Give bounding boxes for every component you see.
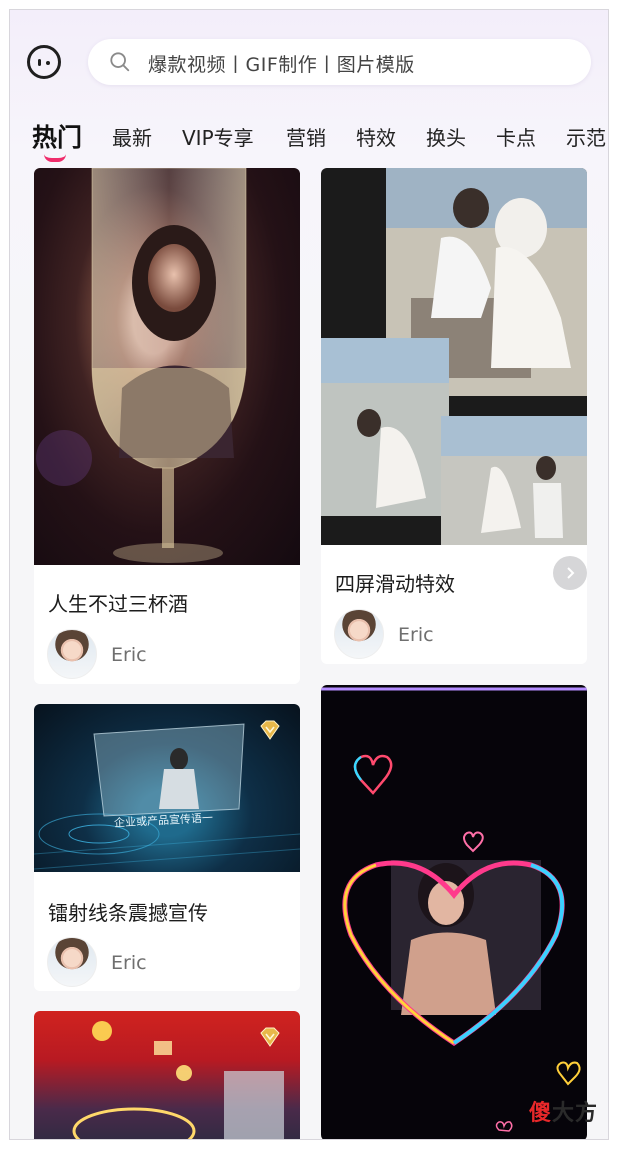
template-card[interactable] [321, 685, 587, 1139]
template-card[interactable]: 人生不过三杯酒 Eric [34, 168, 300, 684]
next-page-button[interactable] [553, 556, 587, 590]
author-name: Eric [398, 624, 434, 646]
tab-beat-sync[interactable]: 卡点 [496, 122, 536, 151]
avatar [334, 609, 384, 659]
author-name: Eric [111, 644, 147, 666]
category-tabs: 热门 最新 VIP专享 营销 特效 换头 卡点 示范 [10, 114, 608, 164]
search-icon [110, 52, 130, 72]
template-thumbnail [321, 168, 587, 545]
active-tab-indicator [44, 154, 66, 162]
tab-face-swap[interactable]: 换头 [426, 122, 466, 151]
tab-latest[interactable]: 最新 [112, 122, 152, 151]
template-thumbnail [34, 168, 300, 565]
template-thumbnail [321, 685, 587, 1139]
template-title: 四屏滑动特效 [335, 572, 455, 596]
avatar [47, 629, 97, 679]
template-card[interactable]: 四屏滑动特效 Eric [321, 168, 587, 664]
vip-diamond-icon [260, 720, 280, 740]
tab-effects[interactable]: 特效 [356, 122, 396, 151]
watermark: 傻大方 [529, 1101, 599, 1126]
template-card[interactable]: 企业或产品宣传语一 镭射线条震撼宣传 Eric [34, 704, 300, 991]
app-frame: 爆款视频丨GIF制作丨图片模版 热门 最新 VIP专享 营销 特效 换头 卡点 … [9, 9, 609, 1140]
vip-diamond-icon [260, 1027, 280, 1047]
tab-demo[interactable]: 示范 [566, 122, 606, 151]
chevron-right-icon [567, 567, 575, 579]
search-placeholder: 爆款视频丨GIF制作丨图片模版 [148, 54, 415, 76]
header: 爆款视频丨GIF制作丨图片模版 [10, 10, 608, 120]
template-card[interactable] [34, 1011, 300, 1139]
search-bar[interactable]: 爆款视频丨GIF制作丨图片模版 [88, 39, 591, 85]
author-name: Eric [111, 952, 147, 974]
app-logo-icon[interactable] [27, 45, 61, 79]
tab-vip[interactable]: VIP专享 [182, 122, 254, 151]
tab-marketing[interactable]: 营销 [286, 122, 326, 151]
tab-hot[interactable]: 热门 [32, 118, 82, 154]
template-title: 人生不过三杯酒 [48, 592, 188, 616]
template-title: 镭射线条震撼宣传 [48, 901, 208, 925]
avatar [47, 937, 97, 987]
